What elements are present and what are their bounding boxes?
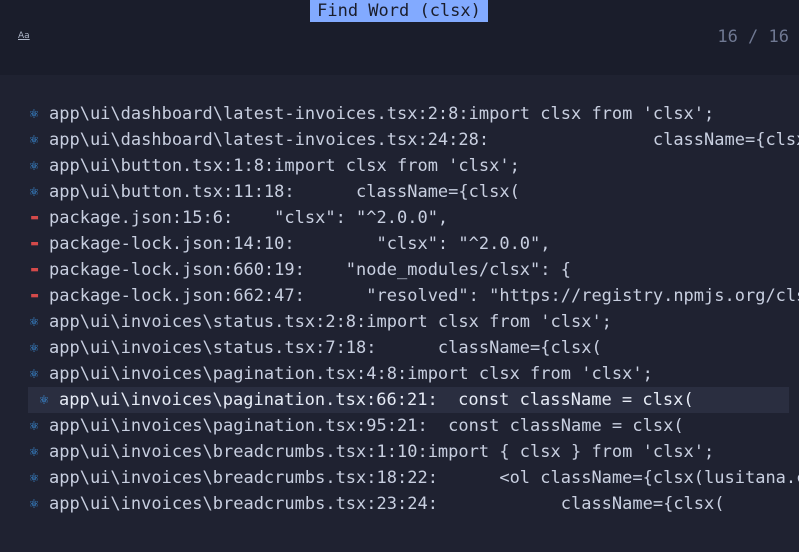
result-text: package-lock.json:660:19: "node_modules/… — [49, 260, 571, 280]
react-icon: ⚛ — [28, 445, 40, 459]
react-icon: ⚛ — [28, 159, 40, 173]
result-text: app\ui\dashboard\latest-invoices.tsx:2:8… — [49, 104, 715, 124]
react-icon: ⚛ — [38, 393, 50, 407]
result-row[interactable]: ⚛ app\ui\invoices\breadcrumbs.tsx:1:10:im… — [0, 439, 799, 465]
result-text: app\ui\invoices\pagination.tsx:66:21: co… — [59, 390, 694, 410]
result-text: app\ui\button.tsx:1:8:import clsx from '… — [49, 156, 520, 176]
result-row[interactable]: ⚛ app\ui\button.tsx:11:18: className={cls… — [0, 179, 799, 205]
npm-icon: ▬ — [30, 265, 39, 275]
react-icon: ⚛ — [28, 497, 40, 511]
result-row[interactable]: ▬ package-lock.json:14:10: "clsx": "^2.0.… — [0, 231, 799, 257]
npm-icon: ▬ — [30, 239, 39, 249]
result-row[interactable]: ⚛ app\ui\invoices\breadcrumbs.tsx:18:22: … — [0, 465, 799, 491]
result-row[interactable]: ⚛ app\ui\invoices\status.tsx:7:18: classN… — [0, 335, 799, 361]
results-list: ⚛ app\ui\dashboard\latest-invoices.tsx:2:… — [0, 101, 799, 517]
match-case-icon[interactable]: Aa — [18, 31, 30, 41]
result-row[interactable]: ⚛ app\ui\invoices\pagination.tsx:95:21: c… — [0, 413, 799, 439]
react-icon: ⚛ — [28, 367, 40, 381]
result-row[interactable]: ⚛ app\ui\invoices\pagination.tsx:4:8:impo… — [0, 361, 799, 387]
react-icon: ⚛ — [28, 315, 40, 329]
result-row[interactable]: ⚛ app\ui\dashboard\latest-invoices.tsx:2:… — [0, 101, 799, 127]
npm-icon: ▬ — [30, 213, 39, 223]
result-text: app\ui\invoices\breadcrumbs.tsx:18:22: <… — [49, 468, 799, 488]
result-text: package.json:15:6: "clsx": "^2.0.0", — [49, 208, 449, 228]
result-row[interactable]: ▬ package-lock.json:660:19: "node_modules… — [0, 257, 799, 283]
result-row[interactable]: ⚛ app\ui\dashboard\latest-invoices.tsx:24… — [0, 127, 799, 153]
result-text: app\ui\invoices\breadcrumbs.tsx:23:24: c… — [49, 494, 725, 514]
result-text: app\ui\dashboard\latest-invoices.tsx:24:… — [49, 130, 799, 150]
result-text: app\ui\invoices\breadcrumbs.tsx:1:10:imp… — [49, 442, 715, 462]
result-text: package-lock.json:14:10: "clsx": "^2.0.0… — [49, 234, 551, 254]
result-text: app\ui\button.tsx:11:18: className={clsx… — [49, 182, 520, 202]
result-text: app\ui\invoices\pagination.tsx:4:8:impor… — [49, 364, 653, 384]
react-icon: ⚛ — [28, 341, 40, 355]
react-icon: ⚛ — [28, 107, 40, 121]
result-text: app\ui\invoices\pagination.tsx:95:21: co… — [49, 416, 684, 436]
npm-icon: ▬ — [30, 291, 39, 301]
result-row[interactable]: ⚛ app\ui\invoices\status.tsx:2:8:import c… — [0, 309, 799, 335]
result-text: app\ui\invoices\status.tsx:7:18: classNa… — [49, 338, 602, 358]
match-count: 16 / 16 — [717, 27, 789, 47]
search-header: Find Word (clsx) Aa 16 / 16 — [0, 0, 799, 75]
react-icon: ⚛ — [28, 419, 40, 433]
result-row-selected[interactable]: ▶⚛app\ui\invoices\pagination.tsx:66:21: … — [28, 387, 789, 413]
react-icon: ⚛ — [28, 185, 40, 199]
react-icon: ⚛ — [28, 133, 40, 147]
picker-title: Find Word (clsx) — [310, 0, 488, 22]
result-row[interactable]: ▬ package-lock.json:662:47: "resolved": "… — [0, 283, 799, 309]
result-row[interactable]: ▬ package.json:15:6: "clsx": "^2.0.0", — [0, 205, 799, 231]
result-row[interactable]: ⚛ app\ui\button.tsx:1:8:import clsx from … — [0, 153, 799, 179]
react-icon: ⚛ — [28, 471, 40, 485]
result-text: package-lock.json:662:47: "resolved": "h… — [49, 286, 799, 306]
result-text: app\ui\invoices\status.tsx:2:8:import cl… — [49, 312, 612, 332]
result-row[interactable]: ⚛ app\ui\invoices\breadcrumbs.tsx:23:24: … — [0, 491, 799, 517]
